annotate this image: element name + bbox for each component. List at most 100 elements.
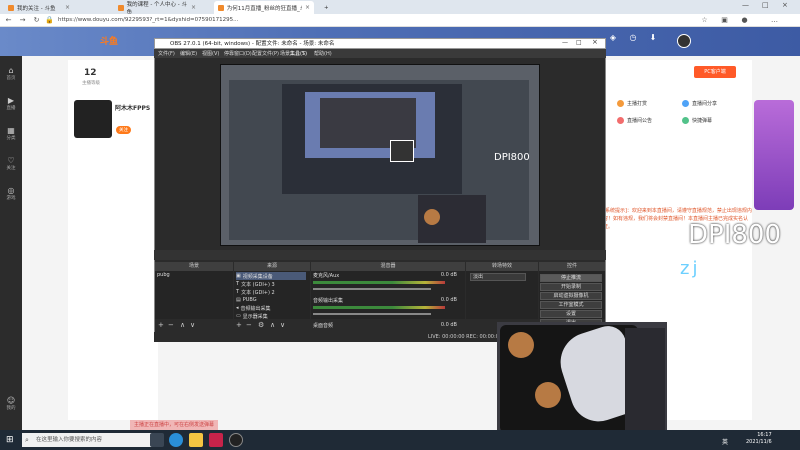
option-gift[interactable]: 主播打赏 bbox=[617, 100, 647, 107]
stat-label: 主播等级 bbox=[82, 81, 100, 86]
input-language[interactable]: 英 bbox=[722, 437, 728, 446]
streamer-avatar[interactable] bbox=[74, 100, 112, 138]
move-down-icon[interactable]: ∨ bbox=[190, 321, 195, 329]
close-tab-icon[interactable]: × bbox=[191, 4, 196, 11]
mousepad-bear-graphic bbox=[535, 382, 561, 408]
option-label: 主播打赏 bbox=[627, 101, 648, 107]
source-item[interactable]: T 文本 (GDI+) 2 bbox=[236, 288, 306, 296]
menu-help[interactable]: 帮助(H) bbox=[314, 50, 332, 57]
option-share[interactable]: 直播间分享 bbox=[682, 100, 717, 107]
volume-slider[interactable] bbox=[313, 288, 431, 290]
add-scene-icon[interactable]: + bbox=[158, 321, 164, 329]
side-promo-banner[interactable] bbox=[754, 100, 794, 210]
clock-date: 2021/11/6 bbox=[746, 439, 772, 445]
pc-client-button[interactable]: PC客户端 bbox=[694, 66, 736, 78]
source-settings-icon[interactable]: ⚙ bbox=[258, 321, 264, 329]
browser-tab-2[interactable]: 为何11月直播_粉丝的狂直播_斗鱼× bbox=[214, 1, 314, 14]
move-down-icon[interactable]: ∨ bbox=[280, 321, 285, 329]
download-icon[interactable]: ⬇ bbox=[646, 33, 660, 45]
option-danmu[interactable]: 快捷弹幕 bbox=[682, 117, 712, 124]
profile-icon[interactable]: ● bbox=[740, 16, 749, 25]
more-icon[interactable]: … bbox=[770, 16, 779, 25]
close-tab-icon[interactable]: × bbox=[65, 4, 70, 11]
menu-edit[interactable]: 编辑(E) bbox=[180, 50, 197, 57]
back-icon[interactable]: ← bbox=[4, 16, 13, 25]
source-item[interactable]: ◂ 音频输出采集 bbox=[236, 304, 306, 312]
sidebar-item-home[interactable]: ⌂ 首页 bbox=[2, 66, 20, 81]
taskbar-clock[interactable]: 16:17 2021/11/6 bbox=[746, 432, 772, 446]
close-window-icon[interactable]: × bbox=[782, 1, 788, 9]
move-up-icon[interactable]: ∧ bbox=[180, 321, 185, 329]
menu-file[interactable]: 文件(F) bbox=[158, 50, 175, 57]
history-icon[interactable]: ◷ bbox=[626, 33, 640, 45]
close-tab-icon[interactable]: × bbox=[305, 4, 310, 11]
menu-view[interactable]: 视图(V) bbox=[202, 50, 219, 57]
mixer-channel-mic: 麦克风/Aux 0.0 dB bbox=[313, 272, 461, 279]
source-label: 音频输出采集 bbox=[240, 305, 271, 312]
add-source-icon[interactable]: + bbox=[236, 321, 242, 329]
sidebar-label: 直播 bbox=[6, 106, 16, 111]
browser-tab-bar: 我的关注 - 斗鱼 × 我的课程 - 个人中心 - 斗鱼 × 为何11月直播_粉丝的… bbox=[0, 0, 800, 16]
browser-tab-0[interactable]: 我的关注 - 斗鱼 × bbox=[4, 1, 74, 14]
start-virtual-camera-button[interactable]: 启动虚拟摄像机 bbox=[540, 292, 602, 300]
gamepad-icon: ◎ bbox=[7, 186, 15, 195]
stop-streaming-button[interactable]: 停止推流 bbox=[540, 274, 602, 282]
sidebar-item-category[interactable]: ▦ 分类 bbox=[2, 126, 20, 141]
douyu-favicon-icon bbox=[8, 4, 14, 11]
edge-browser-icon[interactable] bbox=[169, 433, 183, 447]
source-label: 显示器采集 bbox=[242, 313, 268, 320]
transition-select[interactable]: 淡出 bbox=[470, 273, 526, 281]
source-item[interactable]: ▣ 视频采集设备 bbox=[236, 272, 306, 280]
studio-mode-button[interactable]: 工作室模式 bbox=[540, 301, 602, 309]
notification-icon[interactable]: ◈ bbox=[606, 33, 620, 45]
volume-slider[interactable] bbox=[313, 313, 431, 315]
windows-start-icon[interactable]: ⊞ bbox=[6, 435, 16, 445]
obs-maximize-icon[interactable]: □ bbox=[576, 39, 582, 46]
streamer-name[interactable]: 阿木木FPPS bbox=[115, 103, 150, 112]
file-explorer-icon[interactable] bbox=[189, 433, 203, 447]
tab-label: 为何11月直播_粉丝的狂直播_斗鱼 bbox=[226, 5, 302, 12]
sidebar-item-live[interactable]: ▶ 直播 bbox=[2, 96, 20, 111]
promo-banner[interactable]: 主播正在直播中，可在右侧发送弹幕 bbox=[130, 420, 218, 430]
move-up-icon[interactable]: ∧ bbox=[270, 321, 275, 329]
remove-scene-icon[interactable]: − bbox=[168, 321, 174, 329]
source-item[interactable]: T 文本 (GDI+) 3 bbox=[236, 280, 306, 288]
obs-minimize-icon[interactable]: — bbox=[562, 39, 568, 46]
dock-header-scenes: 场景 bbox=[155, 262, 233, 271]
menu-profile[interactable]: 配置文件(P) bbox=[252, 50, 279, 57]
settings-button[interactable]: 设置 bbox=[540, 310, 602, 318]
collections-icon[interactable]: ▣ bbox=[720, 16, 729, 25]
menu-docks[interactable]: 停靠窗口(D) bbox=[224, 50, 252, 57]
task-view-icon[interactable] bbox=[150, 433, 164, 447]
douyu-logo[interactable]: 斗鱼 bbox=[100, 34, 132, 48]
sidebar-item-game[interactable]: ◎ 游戏 bbox=[2, 186, 20, 201]
danmu-icon bbox=[682, 117, 689, 124]
sidebar-item-me[interactable]: ☺ 我的 bbox=[2, 396, 20, 411]
sidebar-item-follow[interactable]: ♡ 关注 bbox=[2, 156, 20, 171]
option-notice[interactable]: 直播间公告 bbox=[617, 117, 652, 124]
start-recording-button[interactable]: 开始录制 bbox=[540, 283, 602, 291]
maximize-icon[interactable]: □ bbox=[762, 1, 769, 9]
menu-tools[interactable]: 工具(T) bbox=[290, 50, 307, 57]
stream-overlay-zj: zj bbox=[680, 258, 701, 279]
refresh-icon[interactable]: ↻ bbox=[32, 16, 41, 25]
douyu-favicon-icon bbox=[118, 4, 124, 11]
user-avatar[interactable] bbox=[677, 34, 691, 48]
dock-header-mixer: 混音器 bbox=[311, 262, 465, 271]
new-tab-button[interactable]: + bbox=[320, 1, 330, 14]
obs-taskbar-icon[interactable] bbox=[229, 433, 243, 447]
obs-close-icon[interactable]: × bbox=[592, 38, 598, 46]
favorites-icon[interactable]: ☆ bbox=[700, 16, 709, 25]
app-icon[interactable] bbox=[209, 433, 223, 447]
source-item[interactable]: ▭ 显示器采集 bbox=[236, 312, 306, 320]
minimize-icon[interactable]: — bbox=[742, 1, 749, 9]
scene-item[interactable]: pubg bbox=[157, 272, 170, 278]
game-capture-icon: ▤ bbox=[236, 297, 241, 303]
follow-badge[interactable]: 关注 bbox=[116, 126, 131, 134]
remove-source-icon[interactable]: − bbox=[246, 321, 252, 329]
url-field[interactable]: https://www.douyu.com/9229593?_rt=1&dysh… bbox=[58, 16, 638, 25]
source-item[interactable]: ▤ PUBG bbox=[236, 296, 306, 304]
taskbar-search[interactable]: 在这里输入你要搜索的内容 bbox=[22, 433, 162, 447]
forward-icon[interactable]: → bbox=[18, 16, 27, 25]
browser-tab-1[interactable]: 我的课程 - 个人中心 - 斗鱼 × bbox=[114, 1, 200, 16]
